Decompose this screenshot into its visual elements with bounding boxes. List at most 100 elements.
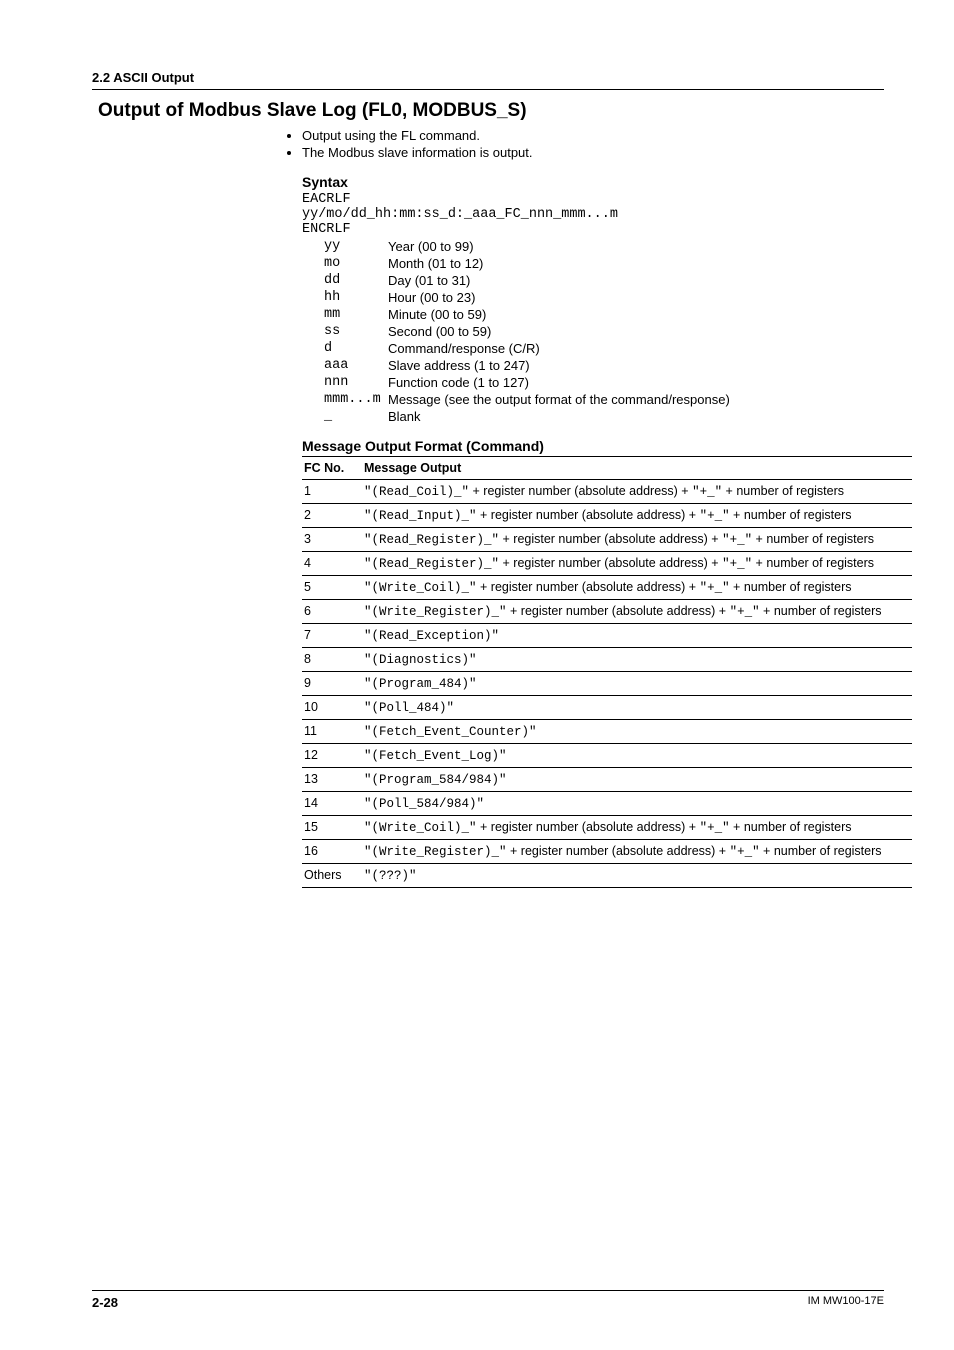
syntax-line: yy/mo/dd_hh:mm:ss_d:_aaa_FC_nnn_mmm...m [302,207,884,222]
syntax-heading: Syntax [302,174,884,190]
def-key: hh [324,290,388,305]
table-row: 7"(Read_Exception)" [302,624,912,648]
table-row: 1"(Read_Coil)_" + register number (absol… [302,480,912,504]
table-head: FC No. [302,457,362,480]
message-output-cell: "(Write_Coil)_" + register number (absol… [362,576,912,600]
def-val: Year (00 to 99) [388,239,474,254]
fc-no-cell: 5 [302,576,362,600]
doc-id: IM MW100-17E [808,1295,884,1310]
fc-no-cell: 16 [302,840,362,864]
table-row: 2"(Read_Input)_" + register number (abso… [302,504,912,528]
def-val: Second (00 to 59) [388,324,491,339]
message-output-cell: "(Read_Coil)_" + register number (absolu… [362,480,912,504]
table-row: 11"(Fetch_Event_Counter)" [302,720,912,744]
table-row: 5"(Write_Coil)_" + register number (abso… [302,576,912,600]
message-output-cell: "(Write_Register)_" + register number (a… [362,840,912,864]
table-row: 10"(Poll_484)" [302,696,912,720]
fc-no-cell: 3 [302,528,362,552]
fc-no-cell: Others [302,864,362,888]
fc-no-cell: 8 [302,648,362,672]
breadcrumb: 2.2 ASCII Output [92,70,884,90]
message-output-cell: "(Diagnostics)" [362,648,912,672]
syntax-def: hhHour (00 to 23) [324,290,884,305]
def-val: Hour (00 to 23) [388,290,475,305]
fc-no-cell: 12 [302,744,362,768]
def-val: Day (01 to 31) [388,273,470,288]
message-format-heading: Message Output Format (Command) [302,438,884,454]
syntax-def: mmm...mMessage (see the output format of… [324,392,884,407]
table-row: 15"(Write_Coil)_" + register number (abs… [302,816,912,840]
syntax-def: mmMinute (00 to 59) [324,307,884,322]
fc-no-cell: 4 [302,552,362,576]
def-key: yy [324,239,388,254]
message-output-cell: "(Fetch_Event_Log)" [362,744,912,768]
message-output-cell: "(Poll_584/984)" [362,792,912,816]
fc-no-cell: 10 [302,696,362,720]
def-key: _ [324,409,388,424]
table-row: 3"(Read_Register)_" + register number (a… [302,528,912,552]
message-output-cell: "(Program_484)" [362,672,912,696]
table-row: 8"(Diagnostics)" [302,648,912,672]
syntax-def: aaaSlave address (1 to 247) [324,358,884,373]
message-output-cell: "(???)" [362,864,912,888]
table-row: 14"(Poll_584/984)" [302,792,912,816]
message-output-cell: "(Read_Register)_" + register number (ab… [362,528,912,552]
def-key: d [324,341,388,356]
def-val: Slave address (1 to 247) [388,358,530,373]
fc-no-cell: 9 [302,672,362,696]
page-number: 2-28 [92,1295,118,1310]
message-output-cell: "(Program_584/984)" [362,768,912,792]
message-output-cell: "(Fetch_Event_Counter)" [362,720,912,744]
fc-no-cell: 14 [302,792,362,816]
table-row: 4"(Read_Register)_" + register number (a… [302,552,912,576]
message-format-table: FC No. Message Output 1"(Read_Coil)_" + … [302,456,912,888]
syntax-line: ENCRLF [302,222,884,237]
syntax-def: _Blank [324,409,884,424]
def-val: Command/response (C/R) [388,341,540,356]
table-row: 9"(Program_484)" [302,672,912,696]
page-title: Output of Modbus Slave Log (FL0, MODBUS_… [98,100,884,122]
syntax-def: dCommand/response (C/R) [324,341,884,356]
def-key: dd [324,273,388,288]
def-key: mm [324,307,388,322]
table-row: Others"(???)" [302,864,912,888]
message-output-cell: "(Read_Register)_" + register number (ab… [362,552,912,576]
fc-no-cell: 2 [302,504,362,528]
fc-no-cell: 13 [302,768,362,792]
syntax-line: EACRLF [302,192,884,207]
def-key: aaa [324,358,388,373]
def-key: mo [324,256,388,271]
table-row: 16"(Write_Register)_" + register number … [302,840,912,864]
fc-no-cell: 1 [302,480,362,504]
def-val: Function code (1 to 127) [388,375,529,390]
table-row: 13"(Program_584/984)" [302,768,912,792]
def-key: mmm...m [324,392,388,407]
fc-no-cell: 15 [302,816,362,840]
message-output-cell: "(Write_Register)_" + register number (a… [362,600,912,624]
fc-no-cell: 7 [302,624,362,648]
fc-no-cell: 6 [302,600,362,624]
def-val: Message (see the output format of the co… [388,392,730,407]
bullet-item: Output using the FL command. [302,128,884,143]
message-output-cell: "(Poll_484)" [362,696,912,720]
page-footer: 2-28 IM MW100-17E [92,1290,884,1310]
def-key: nnn [324,375,388,390]
message-output-cell: "(Write_Coil)_" + register number (absol… [362,816,912,840]
intro-bullets: Output using the FL command. The Modbus … [302,128,884,160]
def-val: Blank [388,409,421,424]
syntax-def: ddDay (01 to 31) [324,273,884,288]
message-output-cell: "(Read_Input)_" + register number (absol… [362,504,912,528]
def-key: ss [324,324,388,339]
syntax-def: nnnFunction code (1 to 127) [324,375,884,390]
syntax-def: ssSecond (00 to 59) [324,324,884,339]
table-head: Message Output [362,457,912,480]
def-val: Minute (00 to 59) [388,307,486,322]
fc-no-cell: 11 [302,720,362,744]
syntax-def: moMonth (01 to 12) [324,256,884,271]
def-val: Month (01 to 12) [388,256,483,271]
bullet-item: The Modbus slave information is output. [302,145,884,160]
message-output-cell: "(Read_Exception)" [362,624,912,648]
syntax-def: yyYear (00 to 99) [324,239,884,254]
syntax-block: Syntax EACRLF yy/mo/dd_hh:mm:ss_d:_aaa_F… [302,174,884,424]
table-row: 12"(Fetch_Event_Log)" [302,744,912,768]
